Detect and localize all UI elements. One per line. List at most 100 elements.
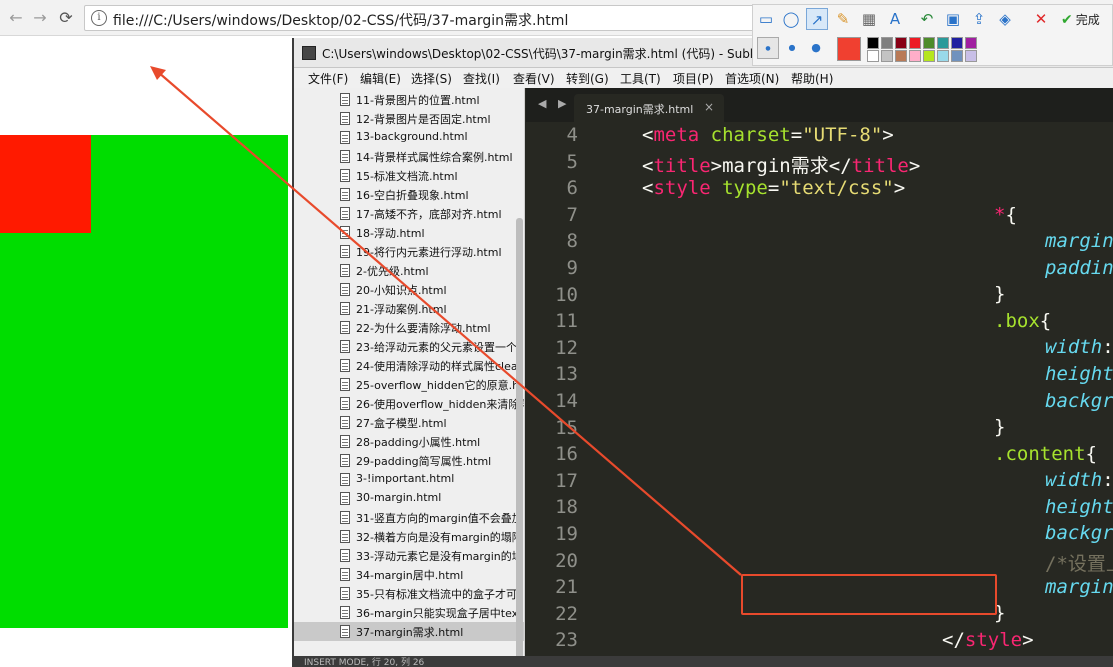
menu-selection[interactable]: 选择(S) (411, 70, 452, 87)
menu-edit[interactable]: 编辑(E) (360, 70, 401, 87)
file-item[interactable]: 28-padding小属性.html (294, 432, 524, 451)
color-swatch[interactable] (909, 50, 921, 62)
file-item[interactable]: 37-margin需求.html (294, 622, 524, 641)
done-button[interactable]: ✔ 完成 (1061, 11, 1100, 28)
text-tool-icon[interactable]: A (884, 8, 906, 30)
file-item[interactable]: 29-padding简写属性.html (294, 451, 524, 470)
file-item[interactable]: 24-使用清除浮动的样式属性clea (294, 356, 524, 375)
file-item[interactable]: 31-竖直方向的margin值不会叠加 (294, 508, 524, 527)
undo-icon[interactable]: ↶ (916, 8, 938, 30)
file-item[interactable]: 32-横着方向是没有margin的塌陷 (294, 527, 524, 546)
pin-icon[interactable]: ◈ (994, 8, 1016, 30)
line-number: 17 (555, 469, 578, 492)
file-item[interactable]: 34-margin居中.html (294, 565, 524, 584)
file-icon (340, 264, 350, 277)
file-item[interactable]: 19-将行内元素进行浮动.html (294, 242, 524, 261)
line-number: 9 (566, 257, 578, 279)
pen-tool-icon[interactable]: ✎ (832, 8, 854, 30)
file-item[interactable]: 13-background.html (294, 128, 524, 147)
reload-icon[interactable]: ⟳ (56, 8, 76, 28)
color-swatch[interactable] (965, 50, 977, 62)
color-swatch[interactable] (867, 37, 879, 49)
address-bar[interactable]: i file:///C:/Users/windows/Desktop/02-CS… (84, 5, 754, 31)
menu-preferences[interactable]: 首选项(N) (725, 70, 779, 87)
menu-file[interactable]: 文件(F) (308, 70, 348, 87)
file-name: 36-margin只能实现盒子居中text (356, 607, 523, 620)
menu-view[interactable]: 查看(V) (513, 70, 555, 87)
file-icon (340, 435, 350, 448)
forward-icon[interactable]: → (30, 8, 50, 28)
color-swatch[interactable] (951, 37, 963, 49)
code-line-18: height: 100px; (1045, 496, 1113, 518)
code-line-11: .box{ (994, 310, 1052, 332)
rectangle-tool-icon[interactable]: ▭ (755, 8, 777, 30)
file-item[interactable]: 35-只有标准文档流中的盒子才可 (294, 584, 524, 603)
color-swatch[interactable] (895, 37, 907, 49)
file-item[interactable]: 2-优先级.html (294, 261, 524, 280)
color-swatch[interactable] (895, 50, 907, 62)
file-item[interactable]: 15-标准文档流.html (294, 166, 524, 185)
color-swatch[interactable] (937, 37, 949, 49)
color-swatch[interactable] (909, 37, 921, 49)
cancel-icon[interactable]: ✕ (1030, 8, 1052, 30)
medium-size-icon[interactable]: ● (781, 37, 803, 59)
file-item[interactable]: 33-浮动元素它是没有margin的塌 (294, 546, 524, 565)
close-icon[interactable]: × (704, 100, 714, 114)
file-item[interactable]: 23-给浮动元素的父元素设置一个 (294, 337, 524, 356)
small-size-icon[interactable]: ● (757, 37, 779, 59)
menu-goto[interactable]: 转到(G) (566, 70, 609, 87)
tab-37-margin[interactable]: 37-margin需求.html × (574, 94, 724, 122)
file-item[interactable]: 17-高矮不齐，底部对齐.html (294, 204, 524, 223)
arrow-tool-icon[interactable]: ↗ (806, 8, 828, 30)
menu-find[interactable]: 查找(I) (463, 70, 500, 87)
share-icon[interactable]: ⇪ (968, 8, 990, 30)
code-line-9: padding:0; (1045, 257, 1113, 279)
large-size-icon[interactable]: ● (805, 37, 827, 59)
file-icon (340, 340, 350, 353)
menu-tools[interactable]: 工具(T) (620, 70, 661, 87)
mosaic-tool-icon[interactable]: ▦ (858, 8, 880, 30)
file-item[interactable]: 26-使用overflow_hidden来清除浮 (294, 394, 524, 413)
code-area[interactable]: <meta charset="UTF-8"> <title>margin需求</… (596, 122, 1113, 652)
color-swatch[interactable] (867, 50, 879, 62)
color-swatch[interactable] (881, 37, 893, 49)
file-item[interactable]: 20-小知识点.html (294, 280, 524, 299)
file-item[interactable]: 14-背景样式属性综合案例.html (294, 147, 524, 166)
color-swatch[interactable] (881, 50, 893, 62)
back-icon[interactable]: ← (6, 8, 26, 28)
screen: ← → ⟳ i file:///C:/Users/windows/Desktop… (0, 0, 1113, 667)
file-item[interactable]: 21-浮动案例.html (294, 299, 524, 318)
info-icon[interactable]: i (91, 10, 107, 26)
file-icon (340, 549, 350, 562)
file-item[interactable]: 30-margin.html (294, 489, 524, 508)
file-item[interactable]: 16-空白折叠现象.html (294, 185, 524, 204)
current-color-swatch[interactable] (837, 37, 861, 61)
file-name: 13-background.html (356, 130, 468, 143)
file-icon (340, 568, 350, 581)
ellipse-tool-icon[interactable]: ◯ (780, 8, 802, 30)
file-item[interactable]: 18-浮动.html (294, 223, 524, 242)
file-item[interactable]: 25-overflow_hidden它的原意.htm (294, 375, 524, 394)
menu-project[interactable]: 项目(P) (673, 70, 714, 87)
file-item[interactable]: 11-背景图片的位置.html (294, 90, 524, 109)
tab-scroll-arrows[interactable]: ◀ ▶ (538, 97, 570, 110)
file-item[interactable]: 36-margin只能实现盒子居中text (294, 603, 524, 622)
file-item[interactable]: 27-盒子模型.html (294, 413, 524, 432)
url-text[interactable]: file:///C:/Users/windows/Desktop/02-CSS/… (113, 10, 568, 30)
save-icon[interactable]: ▣ (942, 8, 964, 30)
line-number: 11 (555, 310, 578, 333)
file-item[interactable]: 12-背景图片是否固定.html (294, 109, 524, 128)
file-name: 19-将行内元素进行浮动.html (356, 246, 502, 259)
file-item[interactable]: 3-!important.html (294, 470, 524, 489)
file-name: 17-高矮不齐，底部对齐.html (356, 208, 502, 221)
file-name: 20-小知识点.html (356, 284, 447, 297)
sublime-window: C:\Users\windows\Desktop\02-CSS\代码\37-ma… (292, 38, 1113, 667)
color-swatch[interactable] (965, 37, 977, 49)
sidebar-scrollbar[interactable] (516, 218, 523, 658)
color-swatch[interactable] (923, 37, 935, 49)
color-swatch[interactable] (937, 50, 949, 62)
color-swatch[interactable] (951, 50, 963, 62)
color-swatch[interactable] (923, 50, 935, 62)
menu-help[interactable]: 帮助(H) (791, 70, 833, 87)
file-item[interactable]: 22-为什么要清除浮动.html (294, 318, 524, 337)
